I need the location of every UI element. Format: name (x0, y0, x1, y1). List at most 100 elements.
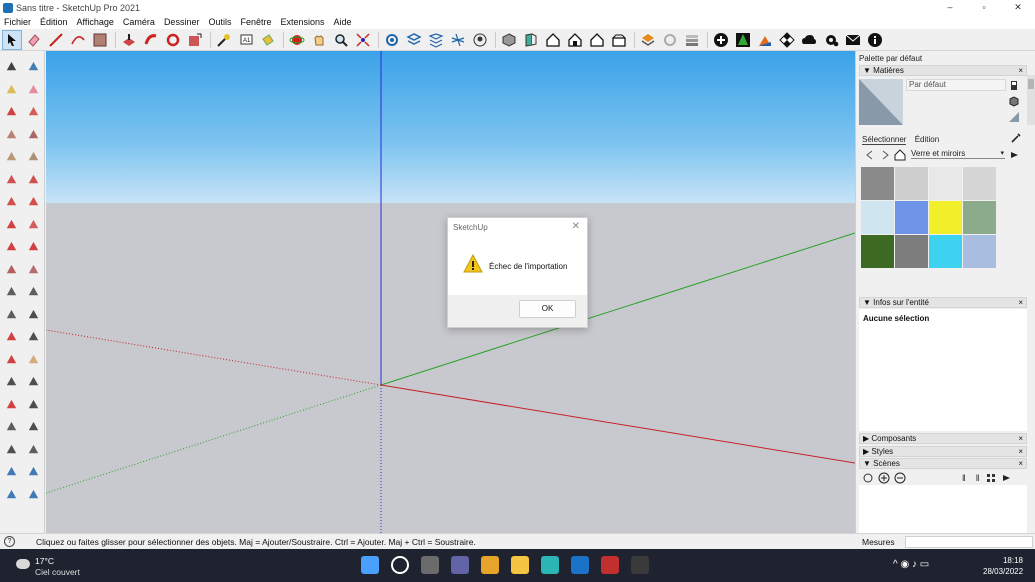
menu-edition[interactable]: Édition (40, 17, 68, 27)
back-arrow-icon[interactable] (864, 149, 876, 161)
mail-button[interactable] (843, 30, 863, 50)
protractor-tool-button[interactable] (24, 282, 43, 301)
chrome-icon[interactable] (481, 556, 499, 574)
scenes-close-button[interactable]: × (1018, 459, 1023, 468)
close-window-button[interactable]: ✕ (1001, 0, 1035, 15)
menu-aide[interactable]: Aide (334, 17, 352, 27)
push-pull-tool-button[interactable] (119, 30, 139, 50)
tape-measure-tool-button[interactable] (214, 30, 234, 50)
push-pull-tool-button[interactable] (24, 215, 43, 234)
move-tool-button[interactable] (2, 215, 21, 234)
back-view-button[interactable] (587, 30, 607, 50)
arc-tool-button[interactable] (2, 170, 21, 189)
select-tool-button[interactable] (2, 29, 22, 50)
zoom-window-tool-button[interactable] (24, 372, 43, 391)
sandbox-button[interactable] (448, 30, 468, 50)
weather-temp[interactable]: 17°C (35, 556, 54, 566)
material-swatch[interactable] (895, 167, 928, 200)
look-around-tool-button[interactable] (24, 417, 43, 436)
minimize-button[interactable]: – (933, 0, 967, 15)
materials-scrollbar[interactable] (1027, 75, 1035, 125)
material-swatch[interactable] (963, 235, 996, 268)
entity-info-header[interactable]: ▼ Infos sur l'entité × (859, 297, 1027, 308)
terrain-button[interactable] (733, 30, 753, 50)
system-tray-icons[interactable]: ^ ◉ ♪ ▭ (893, 559, 929, 570)
clock-time[interactable]: 18:18 (983, 556, 1023, 565)
photo-texture-button[interactable] (755, 30, 775, 50)
paint-bucket-tool-button[interactable] (258, 30, 278, 50)
details-arrow-icon[interactable] (1009, 149, 1021, 161)
sketchup-active-icon[interactable] (631, 556, 649, 574)
home-icon[interactable] (894, 149, 906, 161)
material-swatch[interactable] (929, 201, 962, 234)
scene-view-options-icon[interactable] (985, 472, 997, 484)
position-camera-tool-button[interactable] (2, 417, 21, 436)
axes-tool-button[interactable] (2, 327, 21, 346)
zoom-extents-tool-button[interactable] (353, 30, 373, 50)
menu-fichier[interactable]: Fichier (4, 17, 31, 27)
menu-outils[interactable]: Outils (208, 17, 231, 27)
rectangle-tool-button[interactable] (90, 30, 110, 50)
material-swatch[interactable] (963, 167, 996, 200)
task-view-icon[interactable] (421, 556, 439, 574)
components-close-button[interactable]: × (1018, 434, 1023, 443)
help-icon[interactable]: ? (4, 536, 15, 547)
sketchup-taskbar-icon[interactable] (571, 556, 589, 574)
front-view-button[interactable] (543, 30, 563, 50)
zoom-extents-tool-button[interactable] (2, 395, 21, 414)
display-secondary-icon[interactable] (1008, 95, 1020, 107)
rotated-rectangle-tool-button[interactable] (24, 125, 43, 144)
maximize-button[interactable]: ▫ (967, 0, 1001, 15)
cloud-icon[interactable] (16, 559, 30, 569)
line-tool-button[interactable] (2, 102, 21, 121)
scrollbar-thumb[interactable] (1028, 79, 1034, 89)
arc-tool-button[interactable] (68, 30, 88, 50)
teams-icon[interactable] (451, 556, 469, 574)
zoom-tool-button[interactable] (2, 372, 21, 391)
3d-text-tool-button[interactable] (24, 327, 43, 346)
scale-tool-button[interactable] (2, 260, 21, 279)
revit-icon[interactable] (601, 556, 619, 574)
clock-date[interactable]: 28/03/2022 (983, 567, 1023, 576)
material-name-field[interactable]: Par défaut (906, 79, 1006, 91)
polygon-tool-button[interactable] (24, 147, 43, 166)
line-tool-button[interactable] (46, 30, 66, 50)
follow-me-tool-button[interactable] (24, 237, 43, 256)
text-tool-button[interactable]: A1 (236, 30, 256, 50)
materials-header[interactable]: ▼ Matières × (859, 65, 1027, 76)
start-icon[interactable] (361, 556, 379, 574)
orbit-tool-button[interactable] (287, 30, 307, 50)
profile-button[interactable] (777, 30, 797, 50)
arc-3pt-tool-button[interactable] (2, 192, 21, 211)
material-swatch[interactable] (895, 201, 928, 234)
material-swatch[interactable] (929, 235, 962, 268)
dialog-close-button[interactable]: ✕ (572, 221, 580, 232)
scene-details-icon[interactable] (1001, 472, 1013, 484)
previous-tool-button[interactable] (24, 395, 43, 414)
eraser-tool-button[interactable] (24, 30, 44, 50)
iso-view-button[interactable] (499, 30, 519, 50)
arc-2pt-tool-button[interactable] (24, 170, 43, 189)
add-button[interactable] (711, 30, 731, 50)
warehouse-button[interactable] (382, 30, 402, 50)
stack-button[interactable] (682, 30, 702, 50)
tape-measure-tool-button[interactable] (2, 282, 21, 301)
default-material-icon[interactable] (1008, 111, 1020, 123)
remove-scene-icon[interactable] (894, 472, 906, 484)
material-swatch[interactable] (861, 235, 894, 268)
extension-warehouse-tool-button[interactable] (24, 462, 43, 481)
tab-select[interactable]: Sélectionner (862, 135, 907, 145)
weather-condition[interactable]: Ciel couvert (35, 567, 80, 577)
info-button[interactable] (865, 30, 885, 50)
material-swatch[interactable] (861, 167, 894, 200)
layout-tool-button[interactable] (2, 485, 21, 504)
ok-button[interactable]: OK (519, 300, 576, 318)
material-swatch[interactable] (895, 235, 928, 268)
warehouse-tool-button[interactable] (2, 462, 21, 481)
menu-extensions[interactable]: Extensions (281, 17, 325, 27)
tab-edit[interactable]: Édition (915, 135, 939, 144)
cloud-button[interactable] (799, 30, 819, 50)
orbit-tool-button[interactable] (2, 350, 21, 369)
eraser-tool-button[interactable] (24, 80, 43, 99)
search-icon[interactable] (391, 556, 409, 574)
